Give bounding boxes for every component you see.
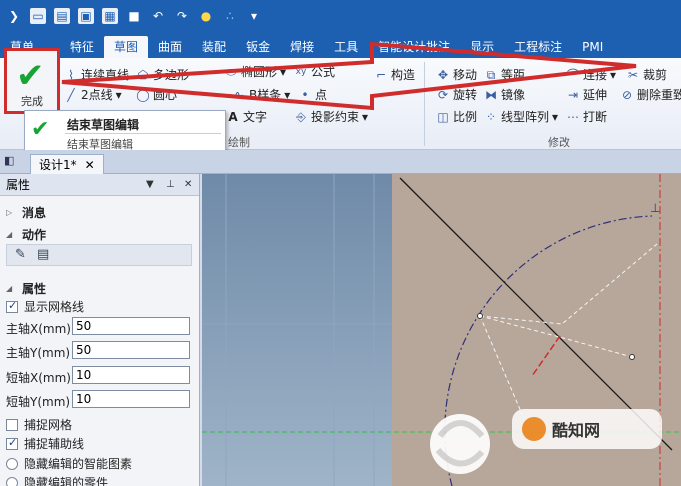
expand-icon: ▷ — [6, 208, 13, 217]
sketch-point[interactable] — [629, 354, 635, 360]
edit-action-icon[interactable]: ✎ — [15, 247, 26, 262]
collapse-icon: ◢ — [6, 284, 13, 293]
properties-panel: 属性 ▼ ⊥ ✕ ▷消息 ◢动作 ✎ ▤ ◢属性 显示网格线 主轴X(mm) 5… — [0, 174, 200, 486]
pin-icon[interactable]: ⊥ — [166, 179, 175, 190]
watermark-text: 酷知网 — [552, 421, 600, 440]
sketch-canvas[interactable]: ⊥ 酷知网 — [202, 174, 681, 486]
document-tab[interactable]: 设计1* ✕ — [30, 154, 104, 174]
messages-section[interactable]: ▷ 消息 — [6, 204, 46, 221]
viewport-background — [202, 174, 392, 486]
perpendicular-marker: ⊥ — [650, 201, 660, 215]
panel-toggle-icon[interactable]: ◧ — [4, 154, 24, 170]
finish-sketch-tooltip: ✔ 结束草图编辑 结束草图编辑 — [24, 110, 226, 154]
actions-toolbar: ✎ ▤ — [6, 244, 192, 266]
collapse-icon: ◢ — [6, 230, 13, 239]
show-grid-option[interactable]: 显示网格线 — [6, 298, 84, 315]
snap-grid-checkbox[interactable] — [6, 418, 18, 431]
panel-menu-icon[interactable]: ▼ — [146, 179, 154, 190]
show-grid-checkbox[interactable] — [6, 299, 18, 313]
major-y-input[interactable]: 50 — [72, 341, 190, 359]
properties-section[interactable]: ◢ 属性 — [6, 280, 46, 297]
close-icon[interactable]: ✕ — [184, 179, 192, 190]
close-icon[interactable]: ✕ — [85, 158, 95, 172]
hide-parts-option[interactable]: 隐藏编辑的零件 — [6, 474, 108, 486]
checkmark-icon: ✔ — [31, 117, 50, 142]
hide-parts-radio[interactable] — [6, 476, 18, 486]
sketch-point[interactable] — [477, 313, 483, 319]
save-action-icon[interactable]: ▤ — [37, 247, 49, 262]
minor-x-input[interactable]: 10 — [72, 366, 190, 384]
actions-section[interactable]: ◢ 动作 — [6, 226, 46, 243]
snap-guides-checkbox[interactable] — [6, 436, 18, 450]
major-x-input[interactable]: 50 — [72, 317, 190, 335]
document-tab-bar: ◧ 设计1* ✕ — [0, 150, 681, 174]
hide-smart-radio[interactable] — [6, 457, 18, 470]
snap-grid-option[interactable]: 捕捉网格 — [6, 416, 72, 433]
minor-y-input[interactable]: 10 — [72, 390, 190, 408]
snap-guides-option[interactable]: 捕捉辅助线 — [6, 435, 84, 452]
panel-header: 属性 ▼ ⊥ ✕ — [0, 174, 199, 196]
hide-smart-elements-option[interactable]: 隐藏编辑的智能图素 — [6, 455, 132, 472]
